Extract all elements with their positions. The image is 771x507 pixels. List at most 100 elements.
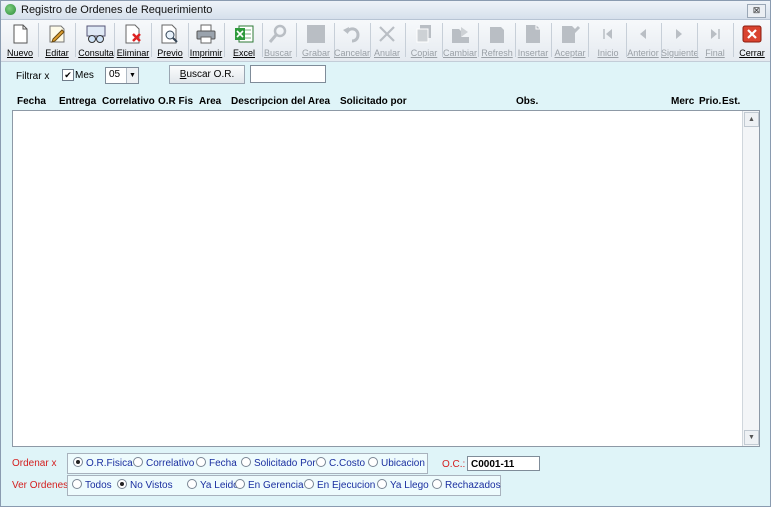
grid-scrollbar[interactable]: ▲ ▼ — [742, 111, 759, 446]
main-window: Registro de Ordenes de Requerimiento ⊠ N… — [0, 0, 771, 507]
radio-button[interactable] — [73, 457, 83, 467]
ver-ordenes-option-label: Todos — [85, 480, 112, 491]
eliminar-label: Eliminar — [116, 48, 150, 58]
buscar-button[interactable]: Buscar — [260, 21, 296, 59]
copy-icon — [413, 23, 435, 45]
scroll-up-icon[interactable]: ▲ — [744, 112, 759, 127]
radio-button[interactable] — [235, 479, 245, 489]
radio-button[interactable] — [368, 457, 378, 467]
ordenar-option[interactable]: C.Costo — [316, 457, 365, 469]
excel-icon — [233, 23, 255, 45]
oc-input[interactable]: C0001-11 — [467, 456, 540, 471]
final-button[interactable]: Final — [697, 21, 733, 59]
mes-checkbox[interactable]: ✔ — [62, 69, 74, 81]
buscar-or-button[interactable]: Buscar O.R. — [169, 65, 245, 84]
radio-button[interactable] — [316, 457, 326, 467]
radio-button[interactable] — [432, 479, 442, 489]
radio-button[interactable] — [377, 479, 387, 489]
app-icon — [5, 4, 16, 15]
search-icon — [267, 23, 289, 45]
aceptar-button[interactable]: Aceptar — [552, 21, 588, 59]
anterior-button[interactable]: Anterior — [625, 21, 661, 59]
radio-button[interactable] — [196, 457, 206, 467]
cerrar-button[interactable]: Cerrar — [734, 21, 770, 59]
refresh-button[interactable]: Refresh — [479, 21, 515, 59]
radio-button[interactable] — [117, 479, 127, 489]
eliminar-button[interactable]: Eliminar — [115, 21, 151, 59]
buscar-or-input[interactable] — [250, 65, 326, 83]
scroll-down-icon[interactable]: ▼ — [744, 430, 759, 445]
inicio-label: Inicio — [597, 48, 619, 58]
save-icon — [305, 23, 327, 45]
ordenar-option[interactable]: Solicitado Por — [241, 457, 316, 469]
nuevo-button[interactable]: Nuevo — [2, 21, 38, 59]
column-header[interactable]: Est. — [722, 96, 740, 107]
ver-ordenes-option-label: Ya Llego — [390, 480, 429, 491]
ver-ordenes-option[interactable]: Rechazados — [432, 479, 501, 491]
ordenar-option-label: Solicitado Por — [254, 458, 316, 469]
ordenar-option-label: Correlativo — [146, 458, 195, 469]
inicio-button[interactable]: Inicio — [590, 21, 626, 59]
cambiar-button[interactable]: Cambiar — [442, 21, 478, 59]
column-header[interactable]: Fecha — [17, 96, 46, 107]
consulta-button[interactable]: Consulta — [78, 21, 114, 59]
ver-ordenes-option[interactable]: En Gerencia — [235, 479, 304, 491]
ver-ordenes-option[interactable]: Todos — [72, 479, 112, 491]
buscar-label: Buscar — [263, 48, 292, 58]
column-header[interactable]: Merc — [671, 96, 694, 107]
window-title: Registro de Ordenes de Requerimiento — [21, 4, 213, 16]
final-label: Final — [705, 48, 725, 58]
ordenar-option[interactable]: O.R.Fisica — [73, 457, 133, 469]
ver-ordenes-label: Ver Ordenes — [12, 480, 69, 491]
column-header[interactable]: Entrega — [59, 96, 96, 107]
toolbar-separator — [588, 23, 589, 57]
imprimir-label: Imprimir — [189, 48, 223, 58]
window-close-button[interactable]: ⊠ — [747, 4, 766, 18]
ordenar-option[interactable]: Fecha — [196, 457, 237, 469]
column-header[interactable]: Area — [199, 96, 221, 107]
previo-button[interactable]: Previo — [152, 21, 188, 59]
radio-button[interactable] — [241, 457, 251, 467]
mes-dropdown[interactable]: 05 ▼ — [105, 67, 139, 84]
chevron-down-icon[interactable]: ▼ — [126, 68, 138, 83]
radio-button[interactable] — [133, 457, 143, 467]
ver-ordenes-option-label: Rechazados — [445, 480, 501, 491]
undo-icon — [341, 23, 363, 45]
ordenar-option[interactable]: Ubicacion — [368, 457, 425, 469]
last-icon — [704, 23, 726, 45]
siguiente-label: Siguiente — [661, 48, 699, 58]
column-header[interactable]: Correlativo — [102, 96, 155, 107]
ordenar-option-label: Fecha — [209, 458, 237, 469]
column-header[interactable]: Solicitado por — [340, 96, 407, 107]
radio-button[interactable] — [304, 479, 314, 489]
ver-ordenes-option-label: En Gerencia — [248, 480, 304, 491]
ver-ordenes-option[interactable]: En Ejecucion — [304, 479, 375, 491]
ver-ordenes-option[interactable]: No Vistos — [117, 479, 173, 491]
aceptar-label: Aceptar — [554, 48, 586, 58]
radio-button[interactable] — [187, 479, 197, 489]
anular-label: Anular — [373, 48, 400, 58]
column-header[interactable]: Prio. — [699, 96, 721, 107]
siguiente-button[interactable]: Siguiente — [661, 21, 699, 59]
consulta-label: Consulta — [78, 48, 114, 58]
title-bar: Registro de Ordenes de Requerimiento ⊠ — [1, 1, 770, 20]
cancelar-button[interactable]: Cancelar — [334, 21, 370, 59]
anular-button[interactable]: Anular — [369, 21, 405, 59]
copiar-button[interactable]: Copiar — [406, 21, 442, 59]
excel-button[interactable]: Excel — [226, 21, 262, 59]
grabar-button[interactable]: Grabar — [298, 21, 334, 59]
ver-ordenes-option[interactable]: Ya Llego — [377, 479, 429, 491]
column-header[interactable]: Obs. — [516, 96, 538, 107]
column-header[interactable]: Descripcion del Area — [231, 96, 330, 107]
column-header[interactable]: O.R Fis — [158, 96, 193, 107]
filter-label: Filtrar x — [16, 71, 50, 82]
ordenar-option[interactable]: Correlativo — [133, 457, 194, 469]
orders-grid[interactable]: ▲ ▼ — [12, 110, 760, 447]
grabar-label: Grabar — [301, 48, 330, 58]
radio-button[interactable] — [72, 479, 82, 489]
imprimir-button[interactable]: Imprimir — [188, 21, 224, 59]
ordenar-option-label: Ubicacion — [381, 458, 425, 469]
glasses-icon — [85, 23, 107, 45]
editar-button[interactable]: Editar — [39, 21, 75, 59]
insertar-button[interactable]: Insertar — [515, 21, 551, 59]
